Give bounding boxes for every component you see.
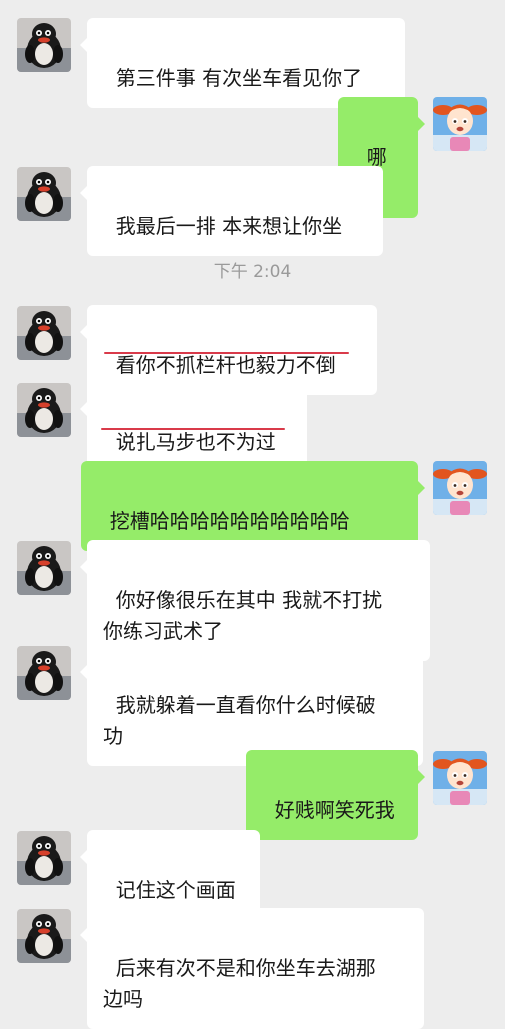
cartoon-girl-avatar-icon <box>433 97 487 151</box>
cartoon-girl-avatar-icon <box>433 461 487 515</box>
message-bubble-outgoing[interactable]: 好贱啊笑死我 <box>246 750 425 840</box>
message-text: 第三件事 有次坐车看见你了 <box>115 66 363 90</box>
message-text: 挖槽哈哈哈哈哈哈哈哈哈哈 <box>109 509 350 533</box>
message-text: 我就躲着一直看你什么时候破 功 <box>103 693 376 748</box>
message-text: 说扎马步也不为过 <box>115 430 276 454</box>
message-bubble-incoming[interactable]: 你好像很乐在其中 我就不打扰 你练习武术了 <box>80 540 430 661</box>
message-text: 你好像很乐在其中 我就不打扰 你练习武术了 <box>103 588 383 643</box>
message-bubble-incoming[interactable]: 说扎马步也不为过 <box>80 382 307 472</box>
self-avatar[interactable] <box>433 461 487 515</box>
penguin-avatar-icon <box>17 646 71 700</box>
self-avatar[interactable] <box>433 97 487 151</box>
message-text: 我最后一排 本来想让你坐 <box>115 214 343 238</box>
contact-avatar[interactable] <box>17 831 71 885</box>
contact-avatar[interactable] <box>17 306 71 360</box>
message-bubble-incoming[interactable]: 我最后一排 本来想让你坐 <box>80 166 383 256</box>
contact-avatar[interactable] <box>17 646 71 700</box>
contact-avatar[interactable] <box>17 167 71 221</box>
contact-avatar[interactable] <box>17 541 71 595</box>
message-text: 看你不抓栏杆也毅力不倒 <box>115 353 336 377</box>
message-bubble-incoming[interactable]: 第三件事 有次坐车看见你了 <box>80 18 405 108</box>
penguin-avatar-icon <box>17 18 71 72</box>
penguin-avatar-icon <box>17 383 71 437</box>
text-underline-annotation <box>104 352 349 354</box>
message-text: 记住这个画面 <box>115 878 236 902</box>
penguin-avatar-icon <box>17 306 71 360</box>
message-bubble-outgoing[interactable]: 挖槽哈哈哈哈哈哈哈哈哈哈 <box>81 461 425 551</box>
text-underline-annotation <box>101 428 285 430</box>
contact-avatar[interactable] <box>17 383 71 437</box>
penguin-avatar-icon <box>17 167 71 221</box>
message-bubble-incoming[interactable]: 后来有次不是和你坐车去湖那 边吗 <box>80 908 424 1029</box>
penguin-avatar-icon <box>17 831 71 885</box>
message-bubble-incoming[interactable]: 我就躲着一直看你什么时候破 功 <box>80 645 423 766</box>
penguin-avatar-icon <box>17 541 71 595</box>
message-text: 好贱啊笑死我 <box>274 798 395 822</box>
self-avatar[interactable] <box>433 751 487 805</box>
cartoon-girl-avatar-icon <box>433 751 487 805</box>
contact-avatar[interactable] <box>17 18 71 72</box>
message-text: 后来有次不是和你坐车去湖那 边吗 <box>103 956 376 1011</box>
message-bubble-incoming[interactable]: 记住这个画面 <box>80 830 260 920</box>
penguin-avatar-icon <box>17 909 71 963</box>
contact-avatar[interactable] <box>17 909 71 963</box>
message-timestamp: 下午 2:04 <box>213 262 292 282</box>
